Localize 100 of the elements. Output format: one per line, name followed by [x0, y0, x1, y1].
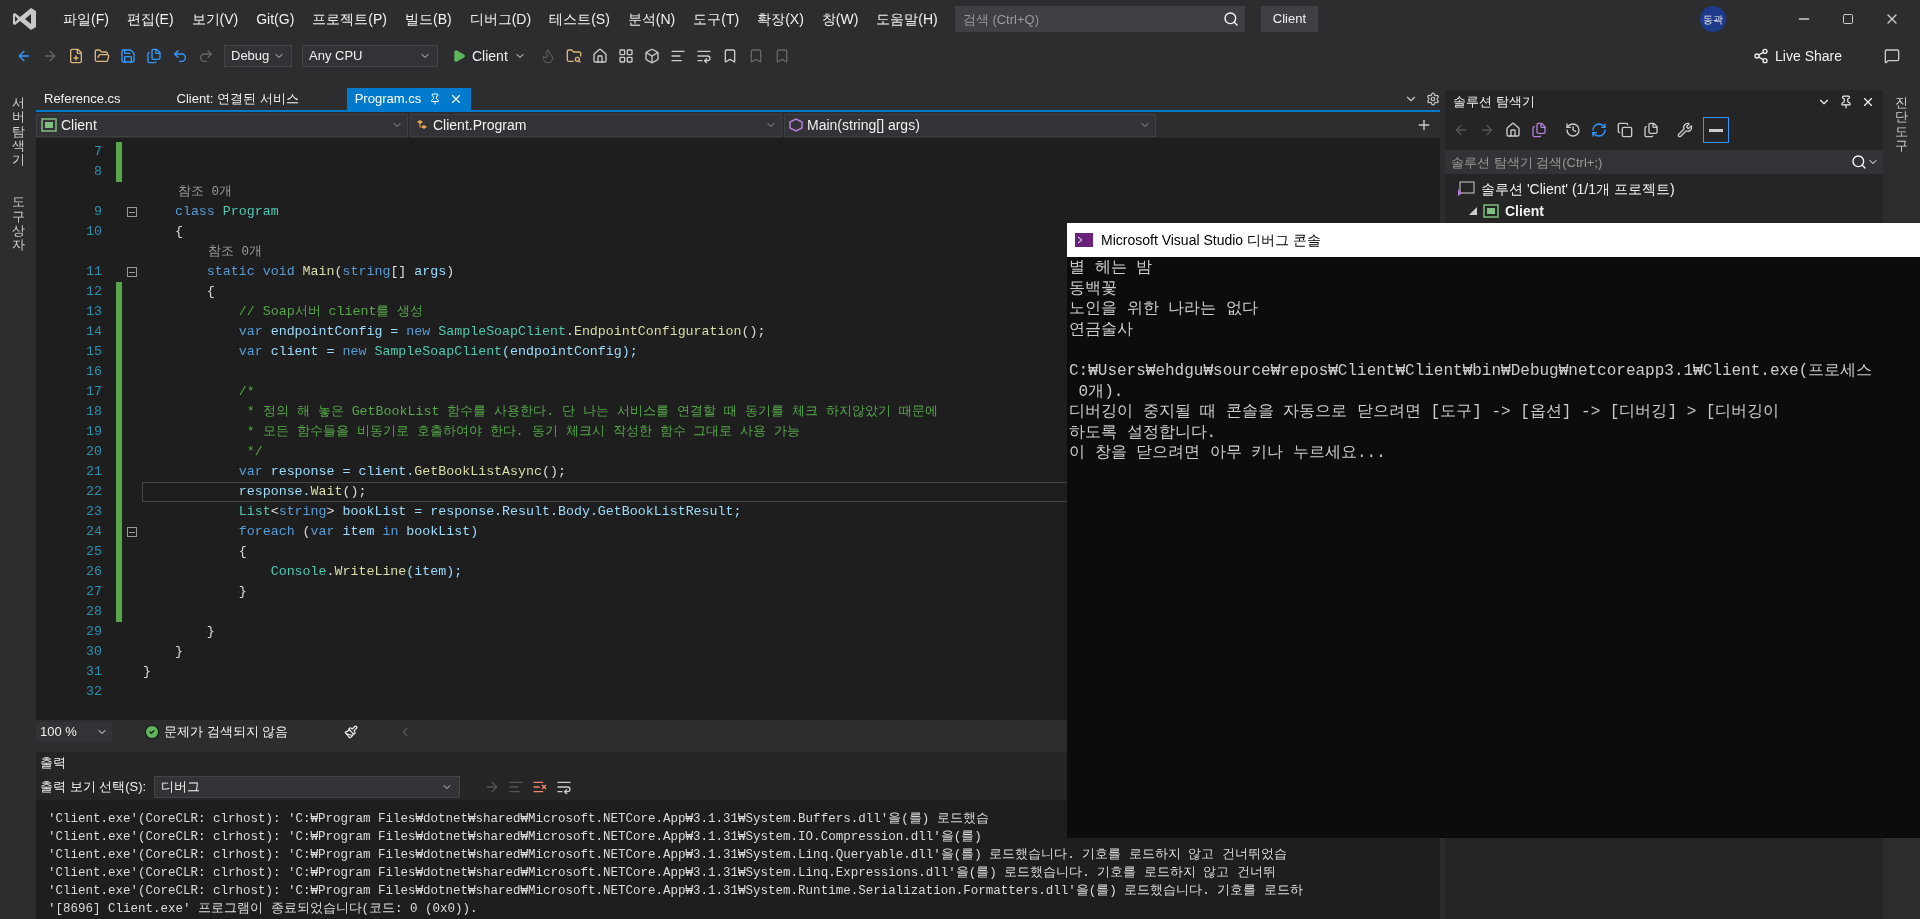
codelens-text[interactable]: 참조 0개 [148, 182, 232, 202]
home-icon[interactable] [591, 48, 608, 64]
refresh-icon[interactable] [1591, 122, 1607, 138]
search-icon [1222, 11, 1239, 27]
maximize-icon[interactable] [1842, 13, 1854, 25]
code-line: // Soap서버 client를 생성 [237, 303, 424, 321]
word-wrap-icon[interactable] [556, 779, 573, 795]
code-line: foreach (var item in bookList) [237, 523, 479, 541]
code-line: } [173, 643, 183, 661]
show-files-icon[interactable] [1643, 122, 1659, 138]
collapse-icon[interactable] [1617, 122, 1633, 138]
codelens-text[interactable]: 참조 0개 [148, 242, 262, 262]
line-number: 16 [85, 363, 103, 381]
settings-icon[interactable] [1426, 92, 1440, 106]
pin-icon[interactable] [1839, 95, 1853, 109]
menu-item[interactable]: 테스트(S) [540, 8, 619, 30]
console-line: 디버깅이 중지될 때 콘솔을 자동으로 닫으려면 [도구] -> [옵션] -> [디버깅] > [디버깅이 [1069, 402, 1780, 423]
line-number: 18 [85, 403, 103, 421]
console-line: 0개). [1077, 381, 1124, 403]
new-item-icon[interactable] [68, 48, 84, 64]
save-all-icon[interactable] [146, 48, 162, 64]
search-button[interactable] [1847, 150, 1883, 174]
open-folder-icon[interactable] [94, 48, 110, 64]
close-icon[interactable] [1861, 95, 1875, 109]
feedback-icon[interactable] [1884, 48, 1900, 64]
code-line: var endpointConfig = new SampleSoapClient.EndpointConfiguration(); [237, 323, 766, 341]
back-icon[interactable] [16, 48, 32, 64]
wrap-icon[interactable] [695, 48, 712, 64]
switch-view-icon[interactable] [1531, 122, 1547, 138]
solution-icon [1457, 181, 1475, 197]
line-number: 29 [85, 623, 103, 641]
history-icon[interactable] [1565, 122, 1581, 138]
expand-toggle[interactable] [1469, 207, 1477, 215]
zoom-dropdown[interactable]: 100 % [36, 722, 112, 742]
split-icon[interactable] [1416, 117, 1432, 133]
line-number: 23 [85, 503, 103, 521]
document-tab[interactable]: Client: 연결된 서비스 [168, 88, 307, 110]
platform-dropdown[interactable]: Any CPU [302, 45, 438, 67]
check-icon [144, 724, 160, 740]
undo-icon[interactable] [172, 48, 188, 64]
align-icon[interactable] [669, 48, 686, 64]
user-avatar[interactable]: 동곽 [1700, 6, 1726, 32]
console-line: 이 창을 닫으려면 아무 키나 누르세요... [1069, 443, 1386, 464]
menu-item[interactable]: 도움말(H) [867, 8, 947, 30]
fold-toggle[interactable] [127, 207, 137, 217]
csharp-project-icon [1483, 204, 1499, 218]
code-line: } [143, 663, 151, 681]
console-line: C:₩Users₩ehdgu₩source₩repos₩Client₩Client₩bin₩Debug₩netcoreapp3.1₩Client.exe(프로세스 [1069, 360, 1873, 382]
side-tab[interactable]: 도구 상자 [7, 187, 29, 261]
console-line: 별 헤는 밤 [1069, 258, 1153, 279]
home-icon[interactable] [1505, 122, 1521, 138]
menu-item[interactable]: 보기(V) [182, 8, 248, 30]
output-line: 'Client.exe'(CoreCLR: clrhost): 'C:₩Program Files₩dotnet₩shared₩Microsoft.NETCore.App₩3.1.31₩System.Buffers.dll'을(를) 로드했습 [48, 811, 989, 828]
app-logo-icon [12, 6, 38, 32]
configuration-dropdown[interactable]: Debug [224, 45, 292, 67]
search-button[interactable] [1216, 6, 1245, 32]
folder-search-icon[interactable] [565, 48, 582, 64]
save-icon[interactable] [120, 48, 136, 64]
search-field[interactable]: 검색 (Ctrl+Q) [954, 6, 1217, 32]
menu-item[interactable]: 파일(F) [54, 8, 118, 30]
code-line: } [205, 623, 215, 641]
document-tab[interactable]: Reference.cs [36, 88, 129, 110]
search-field[interactable]: 솔루션 탐색기 검색(Ctrl+;) [1445, 150, 1847, 174]
menu-item[interactable]: 창(W) [812, 8, 868, 30]
box-icon[interactable] [643, 48, 660, 64]
issues-status[interactable]: 문제가 검색되지 않음 [164, 722, 289, 742]
line-number: 30 [85, 643, 103, 661]
navigation-dropdown[interactable]: Client [36, 113, 408, 137]
menu-item[interactable]: 빌드(B) [396, 8, 461, 30]
tree-item[interactable]: 솔루션 'Client' (1/1개 프로젝트) [1481, 178, 1675, 200]
side-tab[interactable]: 진단 도구 [1891, 88, 1912, 162]
start-button[interactable]: Client [448, 45, 530, 67]
navigation-dropdown[interactable]: Main(string[] args) [784, 113, 1156, 137]
line-number: 31 [85, 663, 103, 681]
menu-item[interactable]: 프로젝트(P) [303, 8, 396, 30]
menu-item[interactable]: Git(G) [247, 8, 304, 30]
clear-all-icon[interactable] [532, 779, 549, 795]
window-title: Microsoft Visual Studio 디버그 콘솔 [1101, 230, 1321, 250]
code-line: * 모든 함수들을 비동기로 호출하여야 한다. 동기 체크시 작성한 함수 그대로 사용 가능 [245, 423, 801, 441]
fold-toggle[interactable] [127, 267, 137, 277]
solution-name: Client [1260, 6, 1319, 32]
output-line: 'Client.exe'(CoreCLR: clrhost): 'C:₩Program Files₩dotnet₩shared₩Microsoft.NETCore.App₩3.1.31₩System.IO.Compression.dll'을(를) [48, 829, 982, 846]
menu-item[interactable]: 편집(E) [117, 8, 183, 30]
output-line: 'Client.exe'(CoreCLR: clrhost): 'C:₩Program Files₩dotnet₩shared₩Microsoft.NETCore.App₩3.1.31₩System.Linq.Expressions.dll'을(를) 로드했습니다. 기호를 로드하지 않고 건너뛰 [48, 865, 1276, 882]
output-source-dropdown[interactable]: 디버그 [154, 776, 461, 798]
line-number: 8 [93, 163, 103, 181]
menu-item[interactable]: 확장(X) [748, 8, 813, 30]
tree-item[interactable]: Client [1505, 200, 1544, 222]
side-tab[interactable]: 서버 탐색기 [7, 88, 29, 176]
preview-toggle[interactable] [1703, 117, 1729, 143]
layout-icon[interactable] [617, 48, 634, 64]
menu-item[interactable]: 분석(N) [618, 8, 685, 30]
live-share-button[interactable]: Live Share [1753, 45, 1842, 67]
fold-toggle[interactable] [127, 527, 137, 537]
menu-item[interactable]: 도구(T) [684, 8, 749, 30]
navigation-dropdown[interactable]: Client.Program [410, 113, 782, 137]
brush-icon[interactable] [344, 725, 359, 739]
wrench-icon[interactable] [1677, 122, 1693, 138]
line-number: 17 [85, 383, 103, 401]
menu-item[interactable]: 디버그(D) [460, 8, 541, 30]
